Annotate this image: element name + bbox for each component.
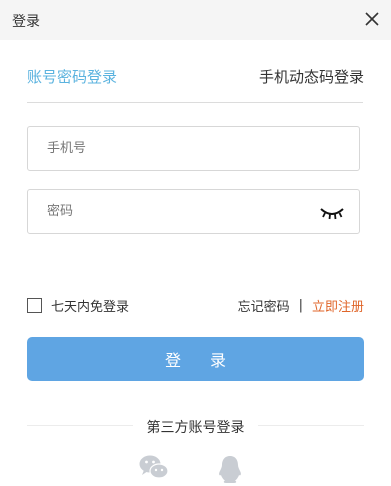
tab-phone-code-login[interactable]: 手机动态码登录	[259, 66, 364, 87]
register-link[interactable]: 立即注册	[312, 296, 364, 315]
remember-seven-days[interactable]: 七天内免登录	[27, 296, 129, 315]
wechat-icon[interactable]	[139, 454, 169, 480]
remember-checkbox[interactable]	[27, 298, 42, 313]
login-button[interactable]: 登 录	[27, 337, 364, 381]
forgot-password-link[interactable]: 忘记密码	[238, 296, 290, 315]
title-bar: 登录	[0, 0, 391, 40]
account-links: 忘记密码 | 立即注册	[238, 296, 364, 315]
phone-input[interactable]	[28, 127, 359, 170]
tab-divider	[27, 102, 363, 103]
tab-account-password-login[interactable]: 账号密码登录	[27, 66, 117, 87]
remember-label: 七天内免登录	[51, 300, 130, 315]
link-separator: |	[298, 298, 303, 313]
password-input[interactable]	[28, 190, 359, 233]
third-party-title: 第三方账号登录	[146, 420, 245, 436]
eye-closed-icon[interactable]	[319, 205, 345, 221]
close-icon[interactable]	[361, 8, 383, 30]
phone-field	[27, 126, 360, 171]
window-title: 登录	[12, 14, 40, 30]
password-field	[27, 189, 360, 234]
qq-icon[interactable]	[217, 454, 243, 484]
